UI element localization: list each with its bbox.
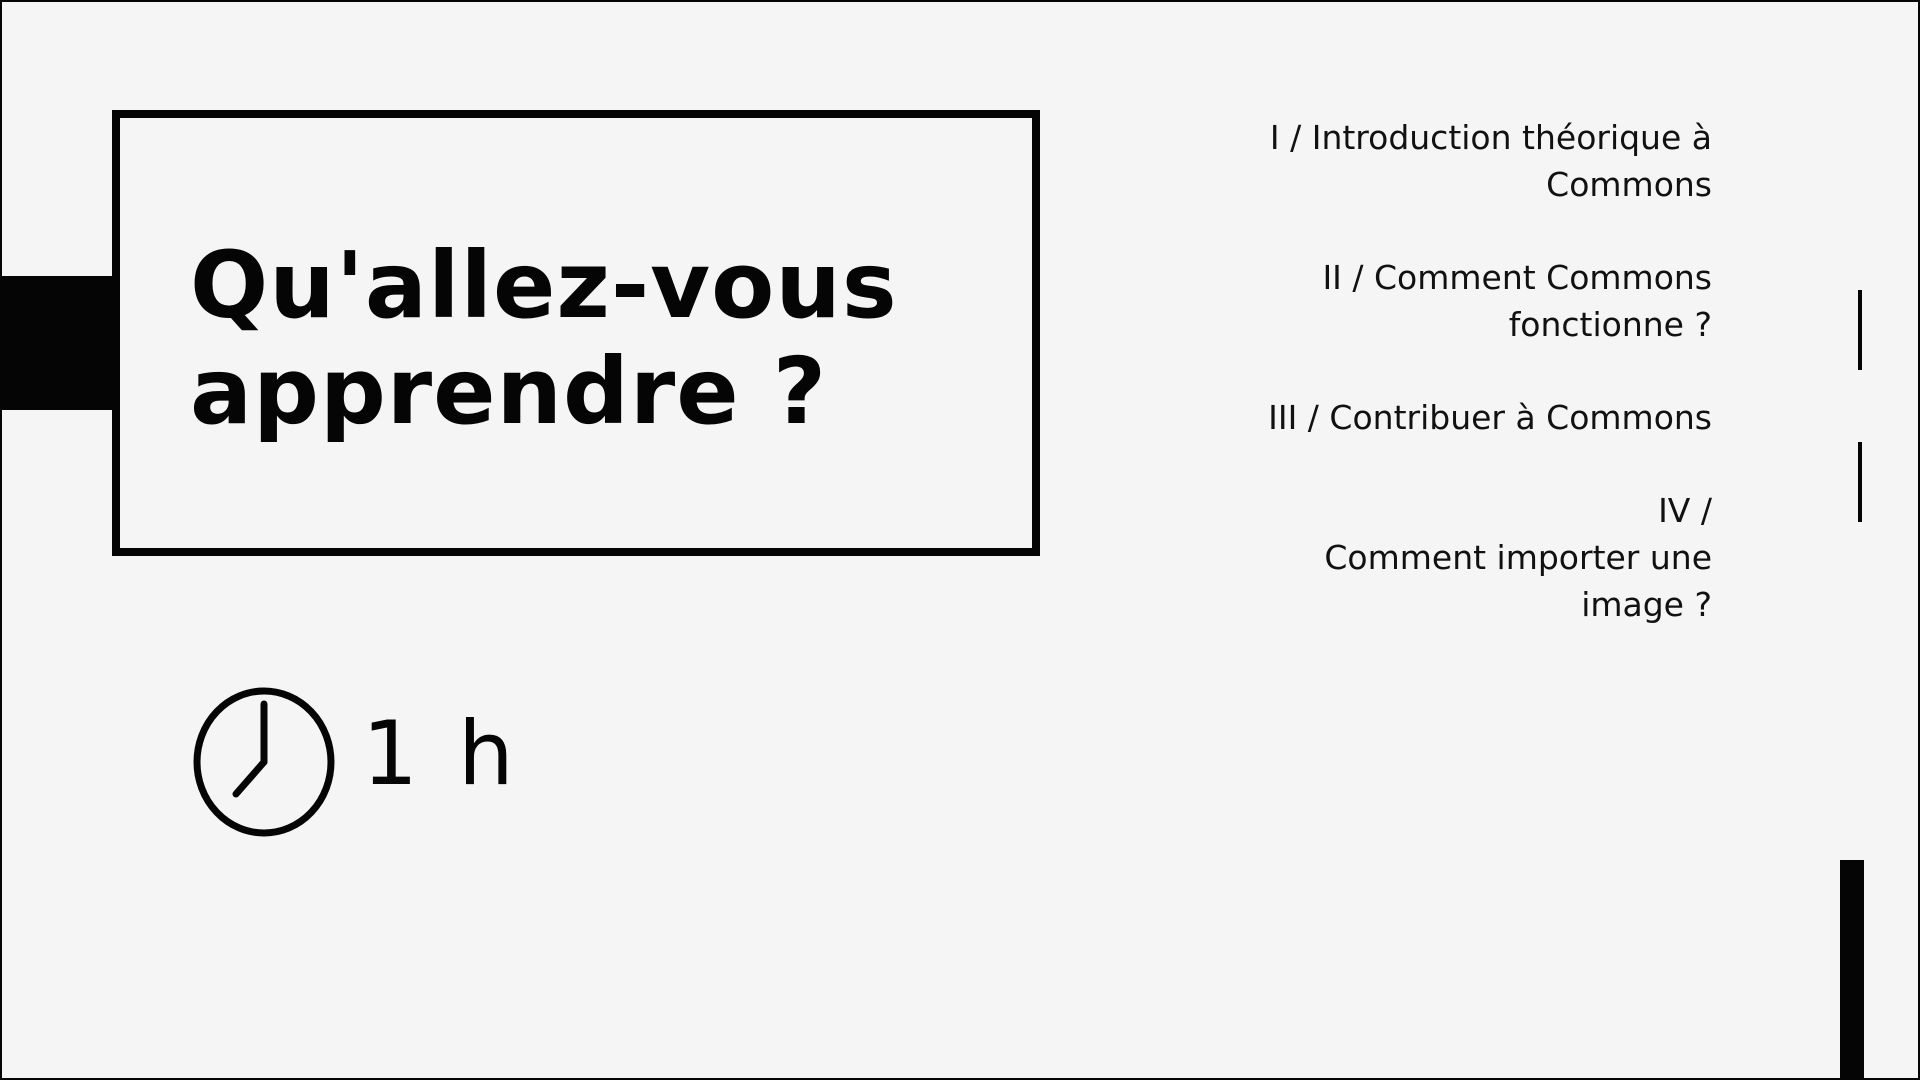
slide: Qu'allez-vous apprendre ? 1 h I / Introd… — [0, 0, 1920, 1080]
clock-icon — [193, 687, 335, 837]
bottom-accent-bar — [1840, 860, 1864, 1078]
duration-label: 1 h — [362, 701, 520, 805]
agenda-item: II / Comment Commons fonctionne ? — [1322, 258, 1712, 344]
right-tick-mark — [1858, 442, 1862, 522]
title-line-1: Qu'allez-vous — [190, 232, 898, 339]
slide-title: Qu'allez-vous apprendre ? — [190, 233, 898, 445]
agenda-item: I / Introduction théorique à Commons — [1269, 118, 1712, 204]
title-line-2: apprendre ? — [190, 338, 828, 445]
title-frame: Qu'allez-vous apprendre ? — [112, 110, 1040, 556]
agenda-item: IV / Comment importer une image ? — [1324, 491, 1712, 624]
agenda-item: III / Contribuer à Commons — [1268, 398, 1712, 437]
agenda-list: I / Introduction théorique à Commons II … — [1152, 114, 1712, 674]
right-tick-mark — [1858, 290, 1862, 370]
left-accent-bar — [2, 276, 112, 410]
duration: 1 h — [190, 686, 520, 838]
